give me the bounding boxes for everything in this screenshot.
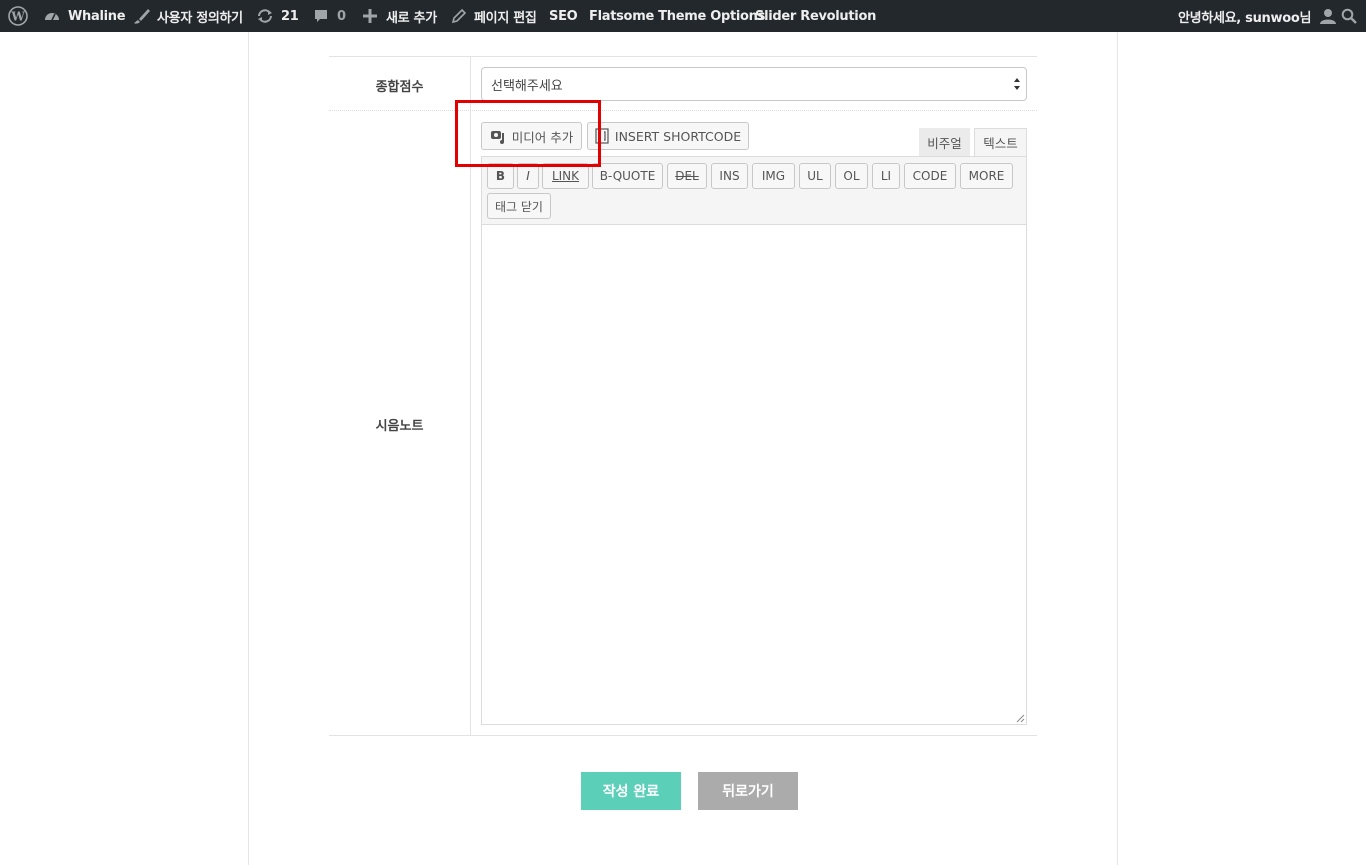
plus-icon: [363, 9, 377, 23]
quicktag-close-tags-button[interactable]: 태그 닫기: [487, 193, 551, 219]
quicktag-del-button[interactable]: DEL: [667, 163, 707, 189]
quicktag-code-button[interactable]: CODE: [904, 163, 956, 189]
admin-bar: W Whaline 사용자 정의하기 21 0 새로 추가 페이지 편집 SEO…: [0, 0, 1366, 32]
flatsome-label: Flatsome Theme Options: [589, 8, 766, 24]
site-name-menu[interactable]: Whaline: [43, 0, 126, 32]
brush-icon: [134, 9, 150, 24]
score-select-value: 선택해주세요: [491, 78, 563, 94]
quicktag-ol-button[interactable]: OL: [835, 163, 868, 189]
score-select[interactable]: 선택해주세요: [481, 67, 1027, 101]
edit-page-label: 페이지 편집: [474, 10, 537, 26]
new-content-menu[interactable]: 새로 추가: [362, 0, 437, 32]
pencil-icon: [451, 8, 467, 24]
comment-icon: [315, 10, 327, 22]
site-name: Whaline: [68, 8, 126, 24]
refresh-icon: [258, 9, 272, 23]
new-label: 새로 추가: [386, 10, 437, 26]
greeting: 안녕하세요, sunwoo님: [1178, 10, 1312, 26]
seo-menu[interactable]: SEO: [549, 0, 578, 32]
search-icon[interactable]: [1341, 0, 1357, 32]
highlight-box: [455, 100, 601, 167]
quicktag-ins-button[interactable]: INS: [711, 163, 748, 189]
content-border-right: [1117, 32, 1118, 865]
submit-button[interactable]: 작성 완료: [581, 772, 681, 810]
my-account-menu[interactable]: 안녕하세요, sunwoo님: [1178, 0, 1337, 32]
avatar-icon: [1320, 9, 1337, 24]
insert-shortcode-button[interactable]: INSERT SHORTCODE: [587, 122, 749, 150]
score-label: 종합점수: [375, 80, 424, 95]
slider-label: Slider Revolution: [755, 8, 877, 24]
table-top-divider: [329, 56, 1037, 57]
updates-menu[interactable]: 21: [256, 0, 299, 32]
back-button[interactable]: 뒤로가기: [698, 772, 798, 810]
updates-count: 21: [281, 8, 299, 24]
seo-label: SEO: [549, 8, 578, 24]
select-arrows-icon: [1014, 78, 1020, 90]
content-border-left: [248, 32, 249, 865]
tab-visual[interactable]: 비주얼: [919, 128, 970, 156]
comments-count: 0: [337, 8, 346, 24]
row-divider: [329, 110, 1037, 111]
resize-handle-icon[interactable]: [1015, 713, 1025, 723]
dashboard-icon: [45, 13, 59, 21]
edit-page-menu[interactable]: 페이지 편집: [451, 0, 537, 32]
customize-label: 사용자 정의하기: [157, 10, 243, 26]
table-bottom-divider: [329, 735, 1037, 736]
quicktag-blockquote-button[interactable]: B-QUOTE: [592, 163, 663, 189]
quicktag-img-button[interactable]: IMG: [752, 163, 795, 189]
note-textarea[interactable]: [481, 224, 1027, 725]
wordpress-logo-icon[interactable]: W: [8, 0, 28, 32]
quicktag-li-button[interactable]: LI: [872, 163, 900, 189]
quicktag-ul-button[interactable]: UL: [799, 163, 831, 189]
insert-shortcode-label: INSERT SHORTCODE: [614, 128, 742, 144]
svg-text:W: W: [10, 10, 25, 24]
slider-revolution-menu[interactable]: Slider Revolution: [755, 0, 876, 32]
comments-menu[interactable]: 0: [313, 0, 346, 32]
quicktag-more-button[interactable]: MORE: [960, 163, 1013, 189]
flatsome-menu[interactable]: Flatsome Theme Options: [589, 0, 765, 32]
customize-menu[interactable]: 사용자 정의하기: [133, 0, 243, 32]
note-label: 시음노트: [375, 419, 424, 434]
tab-text[interactable]: 텍스트: [974, 128, 1027, 156]
